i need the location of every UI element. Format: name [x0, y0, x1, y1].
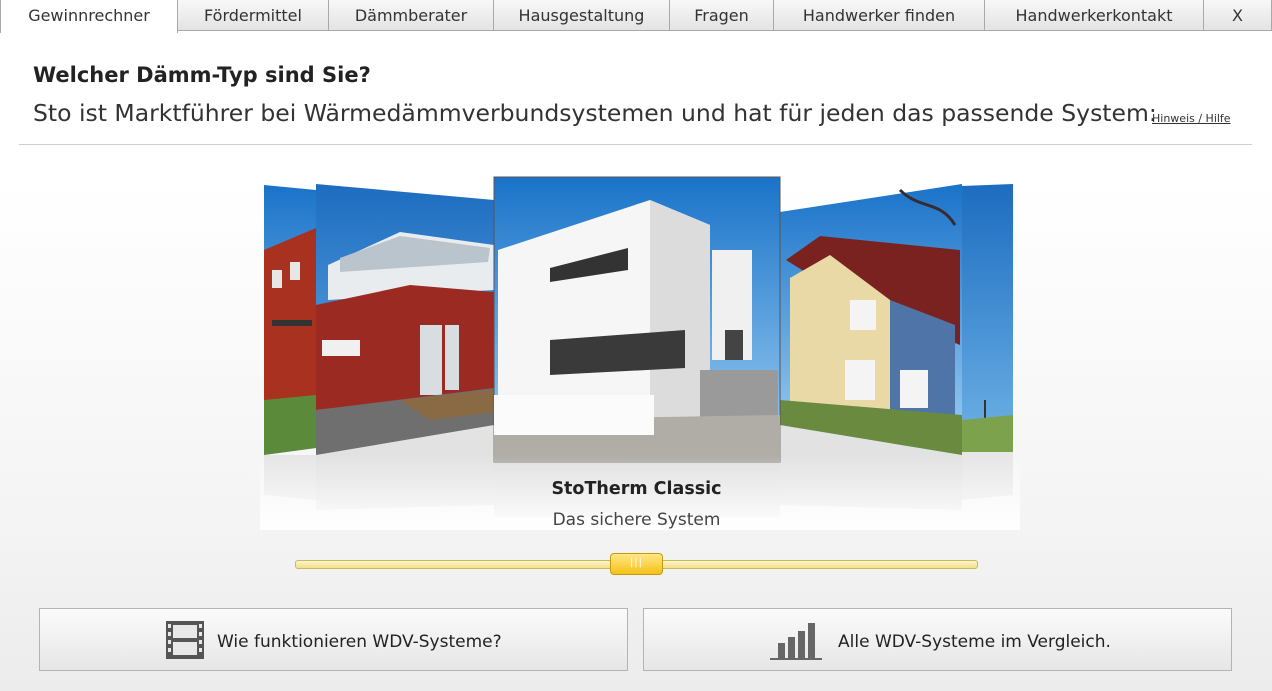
film-icon	[166, 621, 204, 659]
carousel-slider-thumb[interactable]: |||	[610, 553, 663, 575]
house-card-far-left[interactable]	[264, 185, 316, 455]
house-carousel	[260, 176, 1020, 530]
how-wdv-works-label: Wie funktionieren WDV-Systeme?	[217, 632, 502, 652]
house-card-selected[interactable]	[493, 176, 781, 463]
house-card-left[interactable]	[316, 184, 494, 455]
how-wdv-works-button[interactable]: Wie funktionieren WDV-Systeme?	[39, 608, 628, 671]
house-card-right[interactable]	[780, 184, 962, 455]
selected-system-tagline: Das sichere System	[552, 510, 721, 530]
house-card-far-right[interactable]	[962, 184, 1013, 452]
compare-wdv-label: Alle WDV-Systeme im Vergleich.	[838, 632, 1111, 652]
bar-chart-icon	[770, 623, 822, 660]
selected-system-name: StoTherm Classic	[551, 479, 722, 499]
compare-wdv-button[interactable]: Alle WDV-Systeme im Vergleich.	[643, 608, 1232, 671]
